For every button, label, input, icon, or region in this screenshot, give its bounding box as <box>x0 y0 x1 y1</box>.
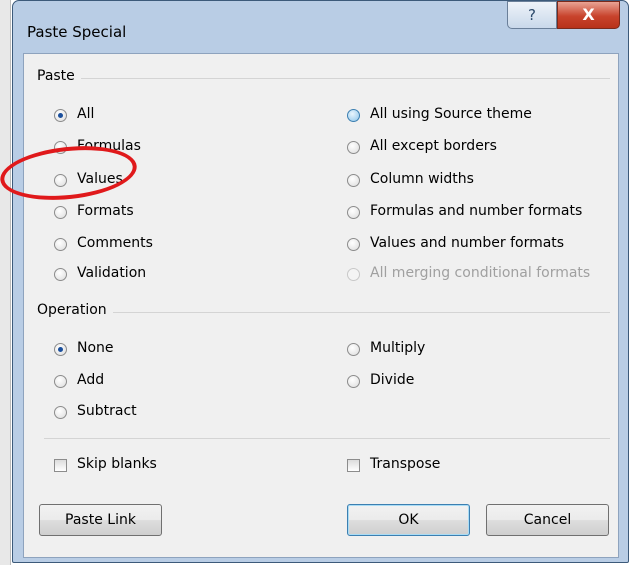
skip-blanks-label[interactable]: Skip blanks <box>77 456 157 472</box>
help-button[interactable]: ? <box>507 1 557 29</box>
option-validation-label[interactable]: Validation <box>77 265 146 281</box>
radio-none[interactable] <box>54 343 67 356</box>
radio-all[interactable] <box>54 109 67 122</box>
radio-formulas-and-number-formats[interactable] <box>347 206 360 219</box>
option-all-merging-conditional-formats-label: All merging conditional formats <box>370 265 591 281</box>
radio-all-except-borders[interactable] <box>347 141 360 154</box>
option-values-and-number-formats-label[interactable]: Values and number formats <box>370 235 564 251</box>
operation-divide-label[interactable]: Divide <box>370 372 414 388</box>
radio-add[interactable] <box>54 375 67 388</box>
paste-link-button[interactable]: Paste Link <box>39 504 162 536</box>
radio-column-widths[interactable] <box>347 174 360 187</box>
radio-values-and-number-formats[interactable] <box>347 238 360 251</box>
dialog-title: Paste Special <box>27 23 127 41</box>
transpose-label[interactable]: Transpose <box>370 456 440 472</box>
radio-formats[interactable] <box>54 206 67 219</box>
radio-subtract[interactable] <box>54 406 67 419</box>
operation-section-label: Operation <box>37 302 113 318</box>
operation-multiply-label[interactable]: Multiply <box>370 340 425 356</box>
cancel-button[interactable]: Cancel <box>486 504 609 536</box>
background-sheet-edge <box>0 0 11 565</box>
option-formulas-and-number-formats-label[interactable]: Formulas and number formats <box>370 203 582 219</box>
option-formats-label[interactable]: Formats <box>77 203 134 219</box>
radio-all-merging-conditional-formats <box>347 268 360 281</box>
checkbox-divider <box>44 438 610 439</box>
paste-special-dialog: Paste Special ? X Paste All Formulas Val… <box>12 0 629 563</box>
ok-button[interactable]: OK <box>347 504 470 536</box>
paste-divider <box>44 78 610 79</box>
paste-section-label: Paste <box>37 68 81 84</box>
dialog-body: Paste All Formulas Values Formats Commen… <box>23 53 619 558</box>
radio-comments[interactable] <box>54 238 67 251</box>
operation-none-label[interactable]: None <box>77 340 114 356</box>
transpose-checkbox[interactable] <box>347 459 360 472</box>
operation-divider <box>44 312 610 313</box>
radio-all-using-source-theme[interactable] <box>347 109 360 122</box>
option-column-widths-label[interactable]: Column widths <box>370 171 474 187</box>
skip-blanks-checkbox[interactable] <box>54 459 67 472</box>
radio-validation[interactable] <box>54 268 67 281</box>
operation-add-label[interactable]: Add <box>77 372 104 388</box>
radio-multiply[interactable] <box>347 343 360 356</box>
operation-subtract-label[interactable]: Subtract <box>77 403 137 419</box>
option-all-except-borders-label[interactable]: All except borders <box>370 138 497 154</box>
option-all-label[interactable]: All <box>77 106 94 122</box>
radio-divide[interactable] <box>347 375 360 388</box>
close-button[interactable]: X <box>557 1 620 29</box>
option-all-using-source-theme-label[interactable]: All using Source theme <box>370 106 532 122</box>
option-comments-label[interactable]: Comments <box>77 235 153 251</box>
